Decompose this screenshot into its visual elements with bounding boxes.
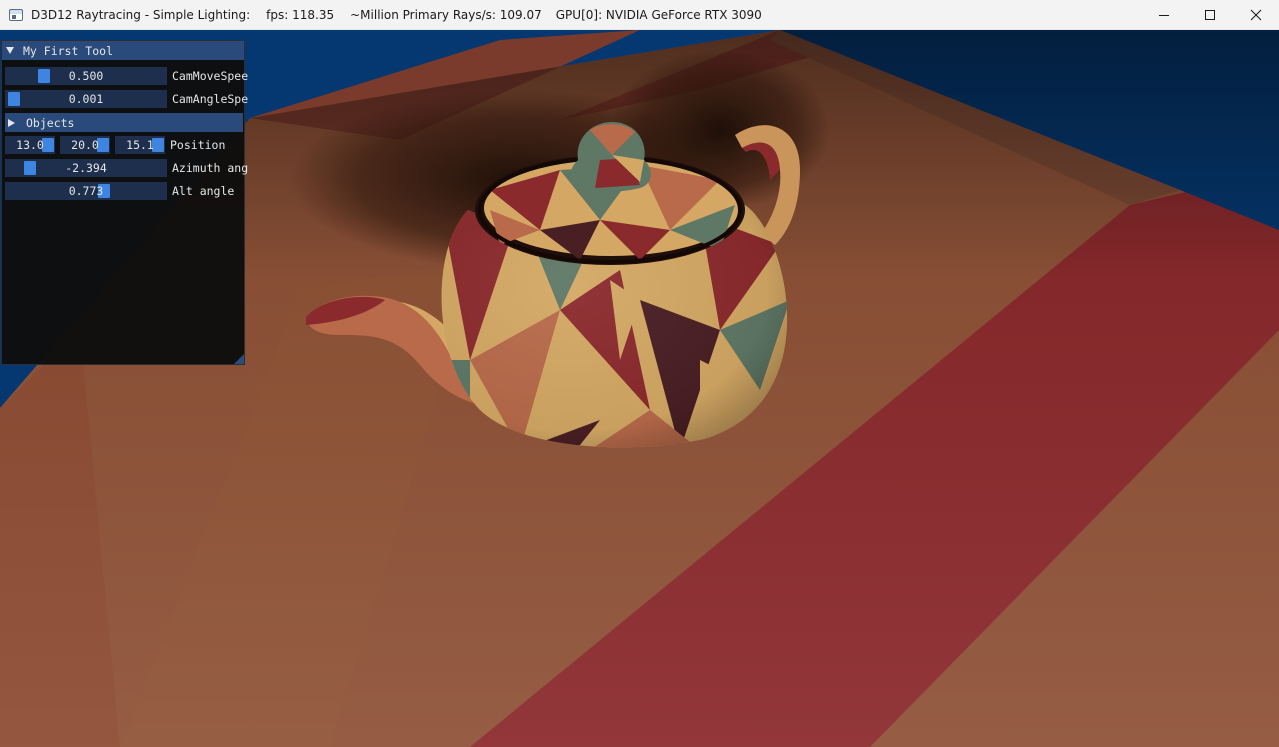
window-title-app: D3D12 Raytracing - Simple Lighting: bbox=[31, 7, 251, 22]
maximize-button[interactable] bbox=[1187, 0, 1233, 30]
position-row: 13.0 20.0 15.1 Position bbox=[5, 136, 225, 154]
collapse-arrow-icon[interactable] bbox=[6, 47, 14, 54]
minimize-icon bbox=[1159, 15, 1169, 16]
position-x-value: 13.0 bbox=[16, 138, 44, 152]
position-y-value: 20.0 bbox=[71, 138, 99, 152]
close-icon bbox=[1250, 9, 1262, 21]
alt-angle-value: 0.773 bbox=[68, 184, 104, 198]
expand-arrow-icon[interactable] bbox=[8, 118, 15, 127]
cam-angle-speed-label: CamAngleSpe bbox=[172, 92, 249, 106]
tool-window-titlebar[interactable]: My First Tool bbox=[2, 41, 244, 60]
cam-move-speed-value: 0.500 bbox=[68, 69, 104, 83]
cam-move-speed-slider[interactable]: 0.500 bbox=[5, 67, 167, 85]
cam-move-speed-row: 0.500 CamMoveSpee bbox=[5, 67, 248, 85]
window-title-rays: ~Million Primary Rays/s: 109.07 bbox=[350, 7, 542, 22]
azimuth-value: -2.394 bbox=[65, 161, 107, 175]
alt-angle-row: 0.773 Alt angle bbox=[5, 182, 234, 200]
window-title-fps: fps: 118.35 bbox=[266, 7, 335, 22]
alt-angle-slider[interactable]: 0.773 bbox=[5, 182, 167, 200]
position-label: Position bbox=[170, 138, 226, 152]
close-button[interactable] bbox=[1233, 0, 1279, 30]
position-y-slider[interactable]: 20.0 bbox=[60, 136, 110, 154]
azimuth-row: -2.394 Azimuth ang bbox=[5, 159, 248, 177]
objects-header-label: Objects bbox=[26, 115, 75, 130]
position-z-value: 15.1 bbox=[126, 138, 154, 152]
position-x-slider[interactable]: 13.0 bbox=[5, 136, 55, 154]
tool-window-title: My First Tool bbox=[23, 43, 114, 58]
azimuth-label: Azimuth ang bbox=[172, 161, 249, 175]
minimize-button[interactable] bbox=[1141, 0, 1187, 30]
cam-angle-speed-slider[interactable]: 0.001 bbox=[5, 90, 167, 108]
slider-grab[interactable] bbox=[24, 161, 36, 175]
tool-window[interactable]: My First Tool 0.500 CamMoveSpee 0.001 Ca… bbox=[1, 40, 248, 365]
cam-angle-speed-value: 0.001 bbox=[68, 92, 104, 106]
resize-grip-icon[interactable] bbox=[234, 354, 244, 364]
objects-collapsing-header[interactable]: Objects bbox=[5, 113, 243, 132]
window-title-gpu: GPU[0]: NVIDIA GeForce RTX 3090 bbox=[555, 7, 762, 22]
azimuth-slider[interactable]: -2.394 bbox=[5, 159, 167, 177]
app-window-icon bbox=[9, 8, 23, 21]
cam-move-speed-label: CamMoveSpee bbox=[172, 69, 249, 83]
window-controls bbox=[1141, 0, 1279, 30]
position-z-slider[interactable]: 15.1 bbox=[115, 136, 165, 154]
alt-angle-label: Alt angle bbox=[172, 184, 235, 198]
maximize-icon bbox=[1205, 10, 1215, 20]
cam-angle-speed-row: 0.001 CamAngleSpe bbox=[5, 90, 248, 108]
slider-grab[interactable] bbox=[38, 69, 50, 83]
slider-grab[interactable] bbox=[8, 92, 20, 106]
window-titlebar[interactable]: D3D12 Raytracing - Simple Lighting: fps:… bbox=[0, 0, 1279, 30]
